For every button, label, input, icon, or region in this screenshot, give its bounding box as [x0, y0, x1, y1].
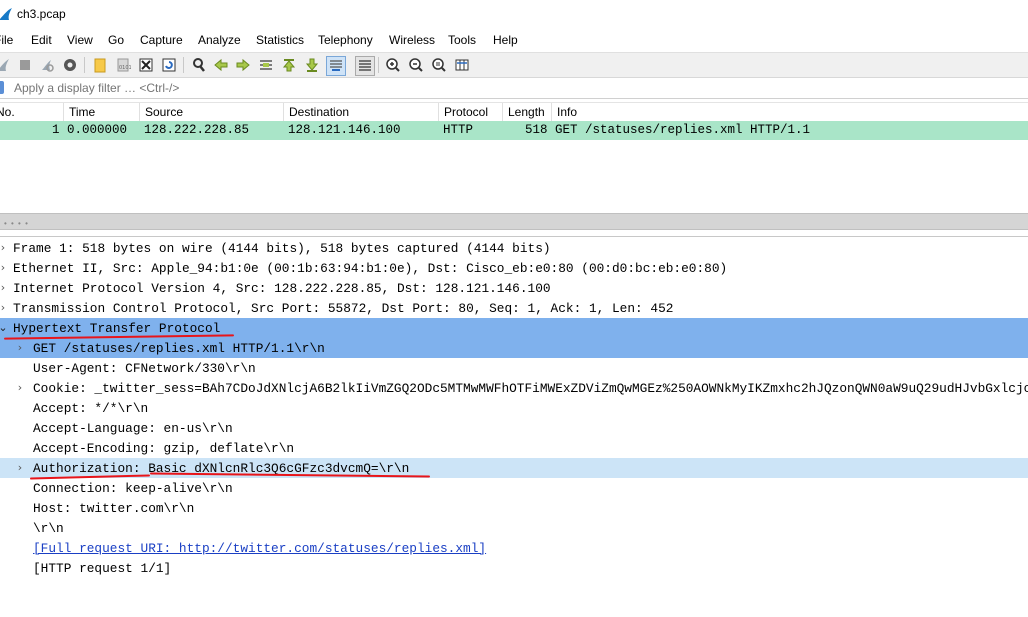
tree-item-label: Internet Protocol Version 4, Src: 128.22… [13, 281, 551, 296]
tree-item-user-agent[interactable]: User-Agent: CFNetwork/330\r\n [0, 358, 1028, 378]
first-packet-icon[interactable] [280, 56, 298, 74]
menu-analyze[interactable]: Analyze [198, 33, 241, 47]
stop-capture-icon[interactable] [16, 56, 34, 74]
tree-item-label: Accept: */*\r\n [33, 401, 149, 416]
pane-splitter[interactable]: • • • • [0, 213, 1028, 230]
svg-text:0101: 0101 [119, 65, 131, 71]
tree-item-accept-language[interactable]: Accept-Language: en-us\r\n [0, 418, 1028, 438]
display-filter-bar [0, 78, 1028, 99]
bookmark-icon[interactable] [0, 81, 4, 94]
tree-item-full-uri[interactable]: [Full request URI: http://twitter.com/st… [0, 538, 1028, 558]
menu-view[interactable]: View [67, 33, 93, 47]
menu-wireless[interactable]: Wireless [389, 33, 435, 47]
tree-item-accept-encoding[interactable]: Accept-Encoding: gzip, deflate\r\n [0, 438, 1028, 458]
tree-item-label: Host: twitter.com\r\n [33, 501, 195, 516]
zoom-out-icon[interactable] [407, 56, 425, 74]
packet-source: 128.222.228.85 [144, 123, 250, 137]
tree-item-label: Frame 1: 518 bytes on wire (4144 bits), … [13, 241, 551, 256]
tree-item-host[interactable]: Host: twitter.com\r\n [0, 498, 1028, 518]
window-title: ch3.pcap [17, 7, 66, 21]
column-protocol[interactable]: Protocol [444, 105, 488, 119]
zoom-in-icon[interactable] [384, 56, 402, 74]
expand-arrow-icon[interactable]: › [0, 261, 9, 275]
menu-go[interactable]: Go [108, 33, 124, 47]
expand-arrow-icon[interactable]: › [14, 461, 26, 475]
menu-telephony[interactable]: Telephony [318, 33, 373, 47]
tree-item-label: \r\n [33, 521, 64, 536]
start-capture-icon[interactable] [0, 56, 12, 74]
expand-arrow-icon[interactable]: › [14, 381, 26, 395]
display-filter-input[interactable] [10, 79, 1018, 96]
packet-time: 0.000000 [67, 123, 128, 137]
reload-file-icon[interactable] [160, 56, 178, 74]
tree-item-connection[interactable]: Connection: keep-alive\r\n [0, 478, 1028, 498]
menu-capture[interactable]: Capture [140, 33, 183, 47]
full-request-uri-link[interactable]: [Full request URI: http://twitter.com/st… [33, 541, 486, 556]
packet-info: GET /statuses/replies.xml HTTP/1.1 [555, 123, 811, 137]
column-info[interactable]: Info [557, 105, 577, 119]
column-no[interactable]: No. [0, 105, 15, 119]
menu-edit[interactable]: Edit [31, 33, 52, 47]
wireshark-fin-icon [0, 8, 12, 20]
close-file-icon[interactable] [137, 56, 155, 74]
tree-item-tcp[interactable]: › Transmission Control Protocol, Src Por… [0, 298, 1028, 318]
tree-item-label: Hypertext Transfer Protocol [13, 321, 221, 336]
autoscroll-icon[interactable] [326, 56, 346, 76]
normal-size-icon[interactable] [430, 56, 448, 74]
capture-options-icon[interactable] [61, 56, 79, 74]
restart-capture-icon[interactable] [38, 56, 56, 74]
packet-details-pane: › Frame 1: 518 bytes on wire (4144 bits)… [0, 236, 1028, 617]
resize-columns-icon[interactable] [453, 56, 471, 74]
collapse-arrow-icon[interactable]: ⌄ [0, 321, 9, 335]
tree-item-label: Connection: keep-alive\r\n [33, 481, 233, 496]
column-source[interactable]: Source [145, 105, 183, 119]
go-back-icon[interactable] [212, 56, 230, 74]
main-toolbar: 0101 [0, 52, 1028, 78]
menu-help[interactable]: Help [493, 33, 518, 47]
go-forward-icon[interactable] [234, 56, 252, 74]
tree-item-ethernet[interactable]: › Ethernet II, Src: Apple_94:b1:0e (00:1… [0, 258, 1028, 278]
packet-list-header: No. Time Source Destination Protocol Len… [0, 102, 1028, 122]
save-file-icon[interactable]: 0101 [114, 56, 132, 74]
tree-item-frame[interactable]: › Frame 1: 518 bytes on wire (4144 bits)… [0, 238, 1028, 258]
tree-item-label: GET /statuses/replies.xml HTTP/1.1\r\n [33, 341, 325, 356]
find-packet-icon[interactable] [190, 56, 208, 74]
tree-item-authorization[interactable]: › Authorization: Basic dXNlcnRlc3Q6cGFzc… [0, 458, 1028, 478]
title-bar: ch3.pcap [0, 0, 1028, 30]
colorize-icon[interactable] [355, 56, 375, 76]
tree-item-label: Accept-Language: en-us\r\n [33, 421, 233, 436]
column-destination[interactable]: Destination [289, 105, 349, 119]
tree-item-label: User-Agent: CFNetwork/330\r\n [33, 361, 256, 376]
menu-tools[interactable]: Tools [448, 33, 476, 47]
column-time[interactable]: Time [69, 105, 95, 119]
go-to-packet-icon[interactable] [257, 56, 275, 74]
tree-item-label: Accept-Encoding: gzip, deflate\r\n [33, 441, 295, 456]
packet-no: 1 [52, 123, 60, 137]
packet-length: 518 [525, 123, 548, 137]
tree-item-crlf[interactable]: \r\n [0, 518, 1028, 538]
menu-bar: File Edit View Go Capture Analyze Statis… [0, 30, 1028, 51]
packet-destination: 128.121.146.100 [288, 123, 401, 137]
menu-statistics[interactable]: Statistics [256, 33, 304, 47]
packet-protocol: HTTP [443, 123, 474, 137]
tree-item-label: [HTTP request 1/1] [33, 561, 172, 576]
expand-arrow-icon[interactable]: › [0, 301, 9, 315]
tree-item-cookie[interactable]: › Cookie: _twitter_sess=BAh7CDoJdXNlcjA6… [0, 378, 1028, 398]
expand-arrow-icon[interactable]: › [14, 341, 26, 355]
tree-item-label: Ethernet II, Src: Apple_94:b1:0e (00:1b:… [13, 261, 728, 276]
tree-item-ip[interactable]: › Internet Protocol Version 4, Src: 128.… [0, 278, 1028, 298]
tree-item-label: Cookie: _twitter_sess=BAh7CDoJdXNlcjA6B2… [33, 381, 1028, 396]
tree-item-label: Transmission Control Protocol, Src Port:… [13, 301, 674, 316]
menu-file[interactable]: File [0, 33, 13, 47]
expand-arrow-icon[interactable]: › [0, 281, 9, 295]
open-file-icon[interactable] [91, 56, 109, 74]
splitter-grip-icon: • • • • [4, 219, 29, 228]
column-length[interactable]: Length [508, 105, 545, 119]
last-packet-icon[interactable] [303, 56, 321, 74]
tree-item-accept[interactable]: Accept: */*\r\n [0, 398, 1028, 418]
tree-item-request-number[interactable]: [HTTP request 1/1] [0, 558, 1028, 578]
packet-row[interactable]: 1 0.000000 128.222.228.85 128.121.146.10… [0, 121, 1028, 140]
tree-item-http-get[interactable]: › GET /statuses/replies.xml HTTP/1.1\r\n [0, 338, 1028, 358]
expand-arrow-icon[interactable]: › [0, 241, 9, 255]
